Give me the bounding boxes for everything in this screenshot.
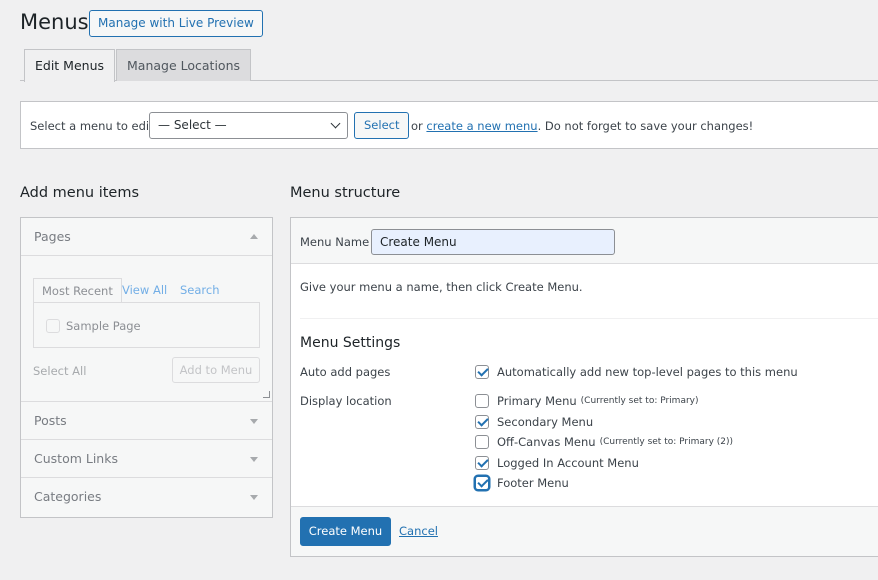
location-off-canvas-note: (Currently set to: Primary (2)) (599, 437, 734, 447)
location-secondary-checkbox[interactable] (475, 415, 489, 429)
location-secondary-label: Secondary Menu (497, 415, 594, 429)
menu-dropdown-value: — Select — (158, 118, 227, 132)
select-menu-label: Select a menu to edit: (30, 119, 158, 133)
location-logged-in-label: Logged In Account Menu (497, 456, 639, 470)
auto-add-option[interactable]: Automatically add new top-level pages to… (475, 364, 798, 380)
auto-add-option-label: Automatically add new top-level pages to… (497, 365, 798, 379)
menu-structure-panel: Menu Name Create Menu Give your menu a n… (290, 217, 878, 557)
location-logged-in-checkbox[interactable] (475, 456, 489, 470)
create-note: or create a new menu. Do not forget to s… (411, 119, 753, 133)
tab-most-recent[interactable]: Most Recent (33, 278, 122, 303)
menu-name-label: Menu Name (300, 235, 370, 249)
auto-add-checkbox[interactable] (475, 365, 489, 379)
live-preview-button[interactable]: Manage with Live Preview (89, 10, 263, 37)
arrow-down-icon (250, 495, 258, 500)
location-primary[interactable]: Primary Menu (Currently set to: Primary) (475, 393, 699, 409)
auto-add-label: Auto add pages (300, 365, 391, 379)
location-footer[interactable]: Footer Menu (475, 475, 569, 491)
tab-manage-locations[interactable]: Manage Locations (116, 49, 252, 81)
location-secondary[interactable]: Secondary Menu (475, 414, 593, 430)
menu-footer: Create Menu Cancel (291, 506, 878, 556)
accordion-categories[interactable]: Categories (21, 478, 272, 516)
menu-name-header: Menu Name Create Menu (291, 218, 878, 264)
arrow-up-icon (250, 234, 258, 239)
display-location-label: Display location (300, 394, 392, 408)
accordion-custom-links-label: Custom Links (34, 451, 118, 466)
location-off-canvas[interactable]: Off-Canvas Menu (Currently set to: Prima… (475, 434, 733, 450)
location-footer-checkbox[interactable] (475, 476, 489, 490)
create-new-menu-link[interactable]: create a new menu (426, 119, 537, 133)
menu-dropdown[interactable]: — Select — (149, 112, 348, 139)
note-suffix: . Do not forget to save your changes! (537, 119, 754, 133)
page-checkbox[interactable] (46, 319, 60, 333)
add-items-panel: Pages Most Recent View All Search Sample… (20, 217, 273, 518)
menu-structure-title: Menu structure (290, 185, 401, 201)
location-footer-label: Footer Menu (497, 476, 569, 490)
note-prefix: or (411, 119, 423, 133)
accordion-categories-label: Categories (34, 489, 102, 504)
cancel-link[interactable]: Cancel (399, 524, 438, 538)
accordion-pages-label: Pages (34, 229, 71, 244)
location-primary-note: (Currently set to: Primary) (580, 396, 699, 406)
menu-name-input[interactable]: Create Menu (371, 229, 615, 255)
location-primary-label: Primary Menu (497, 394, 577, 408)
tab-search[interactable]: Search (172, 278, 228, 303)
arrow-down-icon (250, 419, 258, 424)
chevron-down-icon (330, 118, 341, 129)
tab-edit-menus[interactable]: Edit Menus (24, 49, 116, 82)
location-off-canvas-checkbox[interactable] (475, 435, 489, 449)
accordion-pages[interactable]: Pages (21, 218, 272, 256)
select-all-label[interactable]: Select All (33, 364, 86, 378)
settings-divider (300, 318, 878, 319)
tab-view-all[interactable]: View All (114, 278, 175, 303)
resize-handle-icon[interactable] (263, 391, 270, 398)
page-item-label: Sample Page (66, 319, 141, 333)
add-to-menu-button[interactable]: Add to Menu (172, 357, 260, 383)
page-title: Menus (20, 10, 89, 34)
arrow-down-icon (250, 457, 258, 462)
accordion-posts[interactable]: Posts (21, 402, 272, 440)
location-logged-in[interactable]: Logged In Account Menu (475, 455, 639, 471)
add-menu-items-title: Add menu items (20, 185, 140, 201)
location-primary-checkbox[interactable] (475, 394, 489, 408)
select-button[interactable]: Select (354, 112, 410, 139)
menu-hint: Give your menu a name, then click Create… (300, 280, 583, 294)
accordion-posts-label: Posts (34, 413, 67, 428)
pages-body: Most Recent View All Search Sample Page … (21, 257, 272, 402)
accordion-custom-links[interactable]: Custom Links (21, 440, 272, 478)
create-menu-button[interactable]: Create Menu (300, 517, 391, 546)
location-off-canvas-label: Off-Canvas Menu (497, 435, 596, 449)
menu-settings-title: Menu Settings (300, 335, 401, 351)
pages-list: Sample Page (33, 302, 260, 348)
menu-select-bar: Select a menu to edit: — Select — Select… (20, 101, 878, 149)
